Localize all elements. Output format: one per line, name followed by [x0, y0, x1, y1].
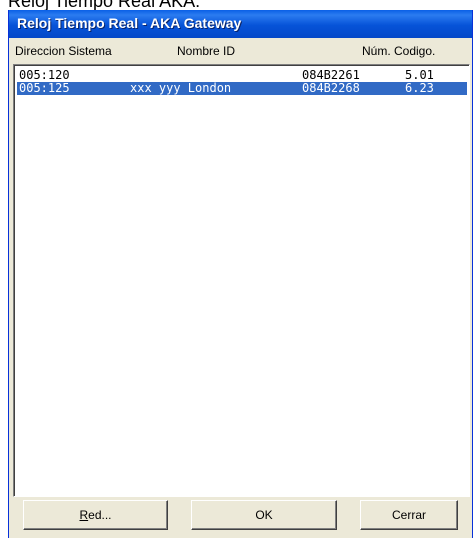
list-item-address: 005:125 — [19, 81, 70, 95]
ok-button[interactable]: OK — [191, 500, 337, 530]
list-item-name: xxx yyy London — [130, 81, 232, 95]
cerrar-button-label: Cerrar — [391, 508, 426, 522]
dialog-window: Reloj Tiempo Real - AKA Gateway Direccio… — [8, 10, 473, 538]
column-headers: Direccion Sistema Nombre ID Núm. Codigo. — [9, 38, 472, 64]
list-item-number: 084B2268 — [302, 81, 360, 95]
gateway-list[interactable]: 005:120 084B2261 5.01 005:125 xxx yyy Lo… — [13, 64, 470, 497]
list-item-selected[interactable]: 005:125 xxx yyy London 084B2268 6.23 — [17, 82, 467, 95]
red-button-label: ed... — [88, 508, 112, 522]
red-button[interactable]: Red... — [23, 500, 168, 530]
window-title: Reloj Tiempo Real - AKA Gateway — [17, 15, 242, 31]
column-header-number-code: Núm. Codigo. — [362, 44, 436, 58]
list-item-code: 6.23 — [405, 81, 434, 95]
ok-button-label: OK — [255, 508, 273, 522]
title-bar[interactable]: Reloj Tiempo Real - AKA Gateway — [9, 10, 472, 38]
column-header-address: Direccion Sistema — [15, 44, 112, 58]
cerrar-button[interactable]: Cerrar — [360, 500, 458, 530]
red-button-mnemonic: R — [79, 508, 89, 522]
list-item[interactable]: 005:120 084B2261 5.01 — [17, 69, 467, 82]
column-header-name: Nombre ID — [177, 44, 236, 58]
